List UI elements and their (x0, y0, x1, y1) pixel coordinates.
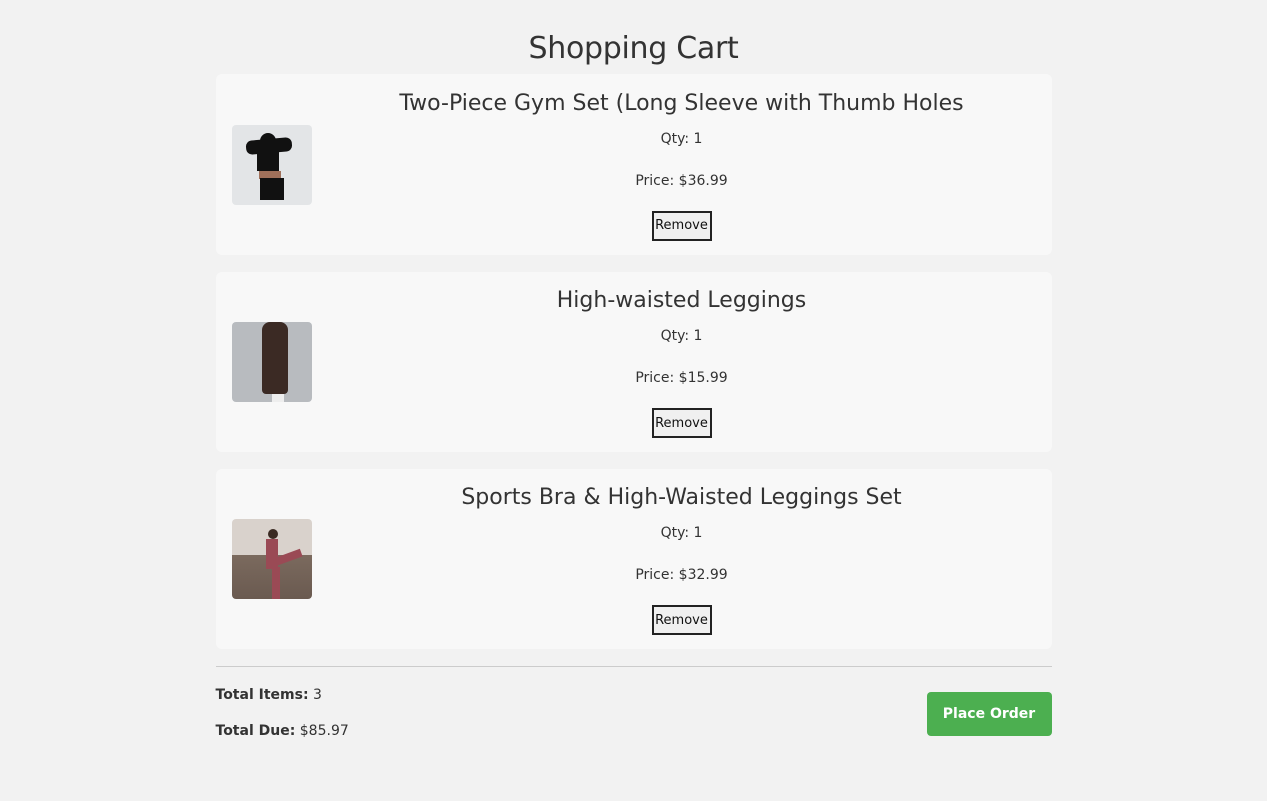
cart-list: Two-Piece Gym Set (Long Sleeve with Thum… (215, 74, 1052, 649)
product-name: High-waisted Leggings (556, 288, 807, 313)
place-order-button[interactable]: Place Order (926, 692, 1052, 736)
remove-button[interactable]: Remove (651, 210, 712, 241)
remove-button[interactable]: Remove (651, 605, 712, 635)
divider (215, 666, 1052, 667)
product-price: Price: $32.99 (635, 567, 728, 583)
product-qty: Qty: 1 (660, 130, 703, 147)
remove-button[interactable]: Remove (651, 408, 712, 438)
product-name: Sports Bra & High-Waisted Leggings Set (461, 485, 902, 510)
total-items-value: 3 (313, 687, 322, 703)
product-image (231, 322, 312, 402)
product-price: Price: $15.99 (635, 370, 728, 386)
product-qty: Qty: 1 (660, 328, 703, 344)
cart-item: Sports Bra & High-Waisted Leggings Set Q… (215, 469, 1052, 649)
product-price: Price: $36.99 (635, 172, 728, 189)
cart-item: Two-Piece Gym Set (Long Sleeve with Thum… (215, 74, 1052, 255)
total-items: Total Items: 3 (216, 685, 349, 705)
total-items-label: Total Items: (215, 687, 309, 703)
product-image (231, 519, 312, 599)
page-title: Shopping Cart (528, 31, 739, 66)
total-due-label: Total Due: (215, 723, 296, 739)
cart-page: Shopping Cart Two-Piece Gym Set (Long Sl… (215, 0, 1052, 757)
product-qty: Qty: 1 (660, 525, 703, 541)
cart-item: High-waisted Leggings Qty: 1 Price: $15.… (215, 272, 1052, 452)
total-due-value: $85.97 (299, 723, 349, 739)
product-image (231, 124, 312, 205)
product-name: Two-Piece Gym Set (Long Sleeve with Thum… (399, 90, 964, 116)
total-due: Total Due: $85.97 (216, 721, 349, 741)
cart-summary: Total Items: 3 Total Due: $85.97 Place O… (216, 685, 1052, 757)
